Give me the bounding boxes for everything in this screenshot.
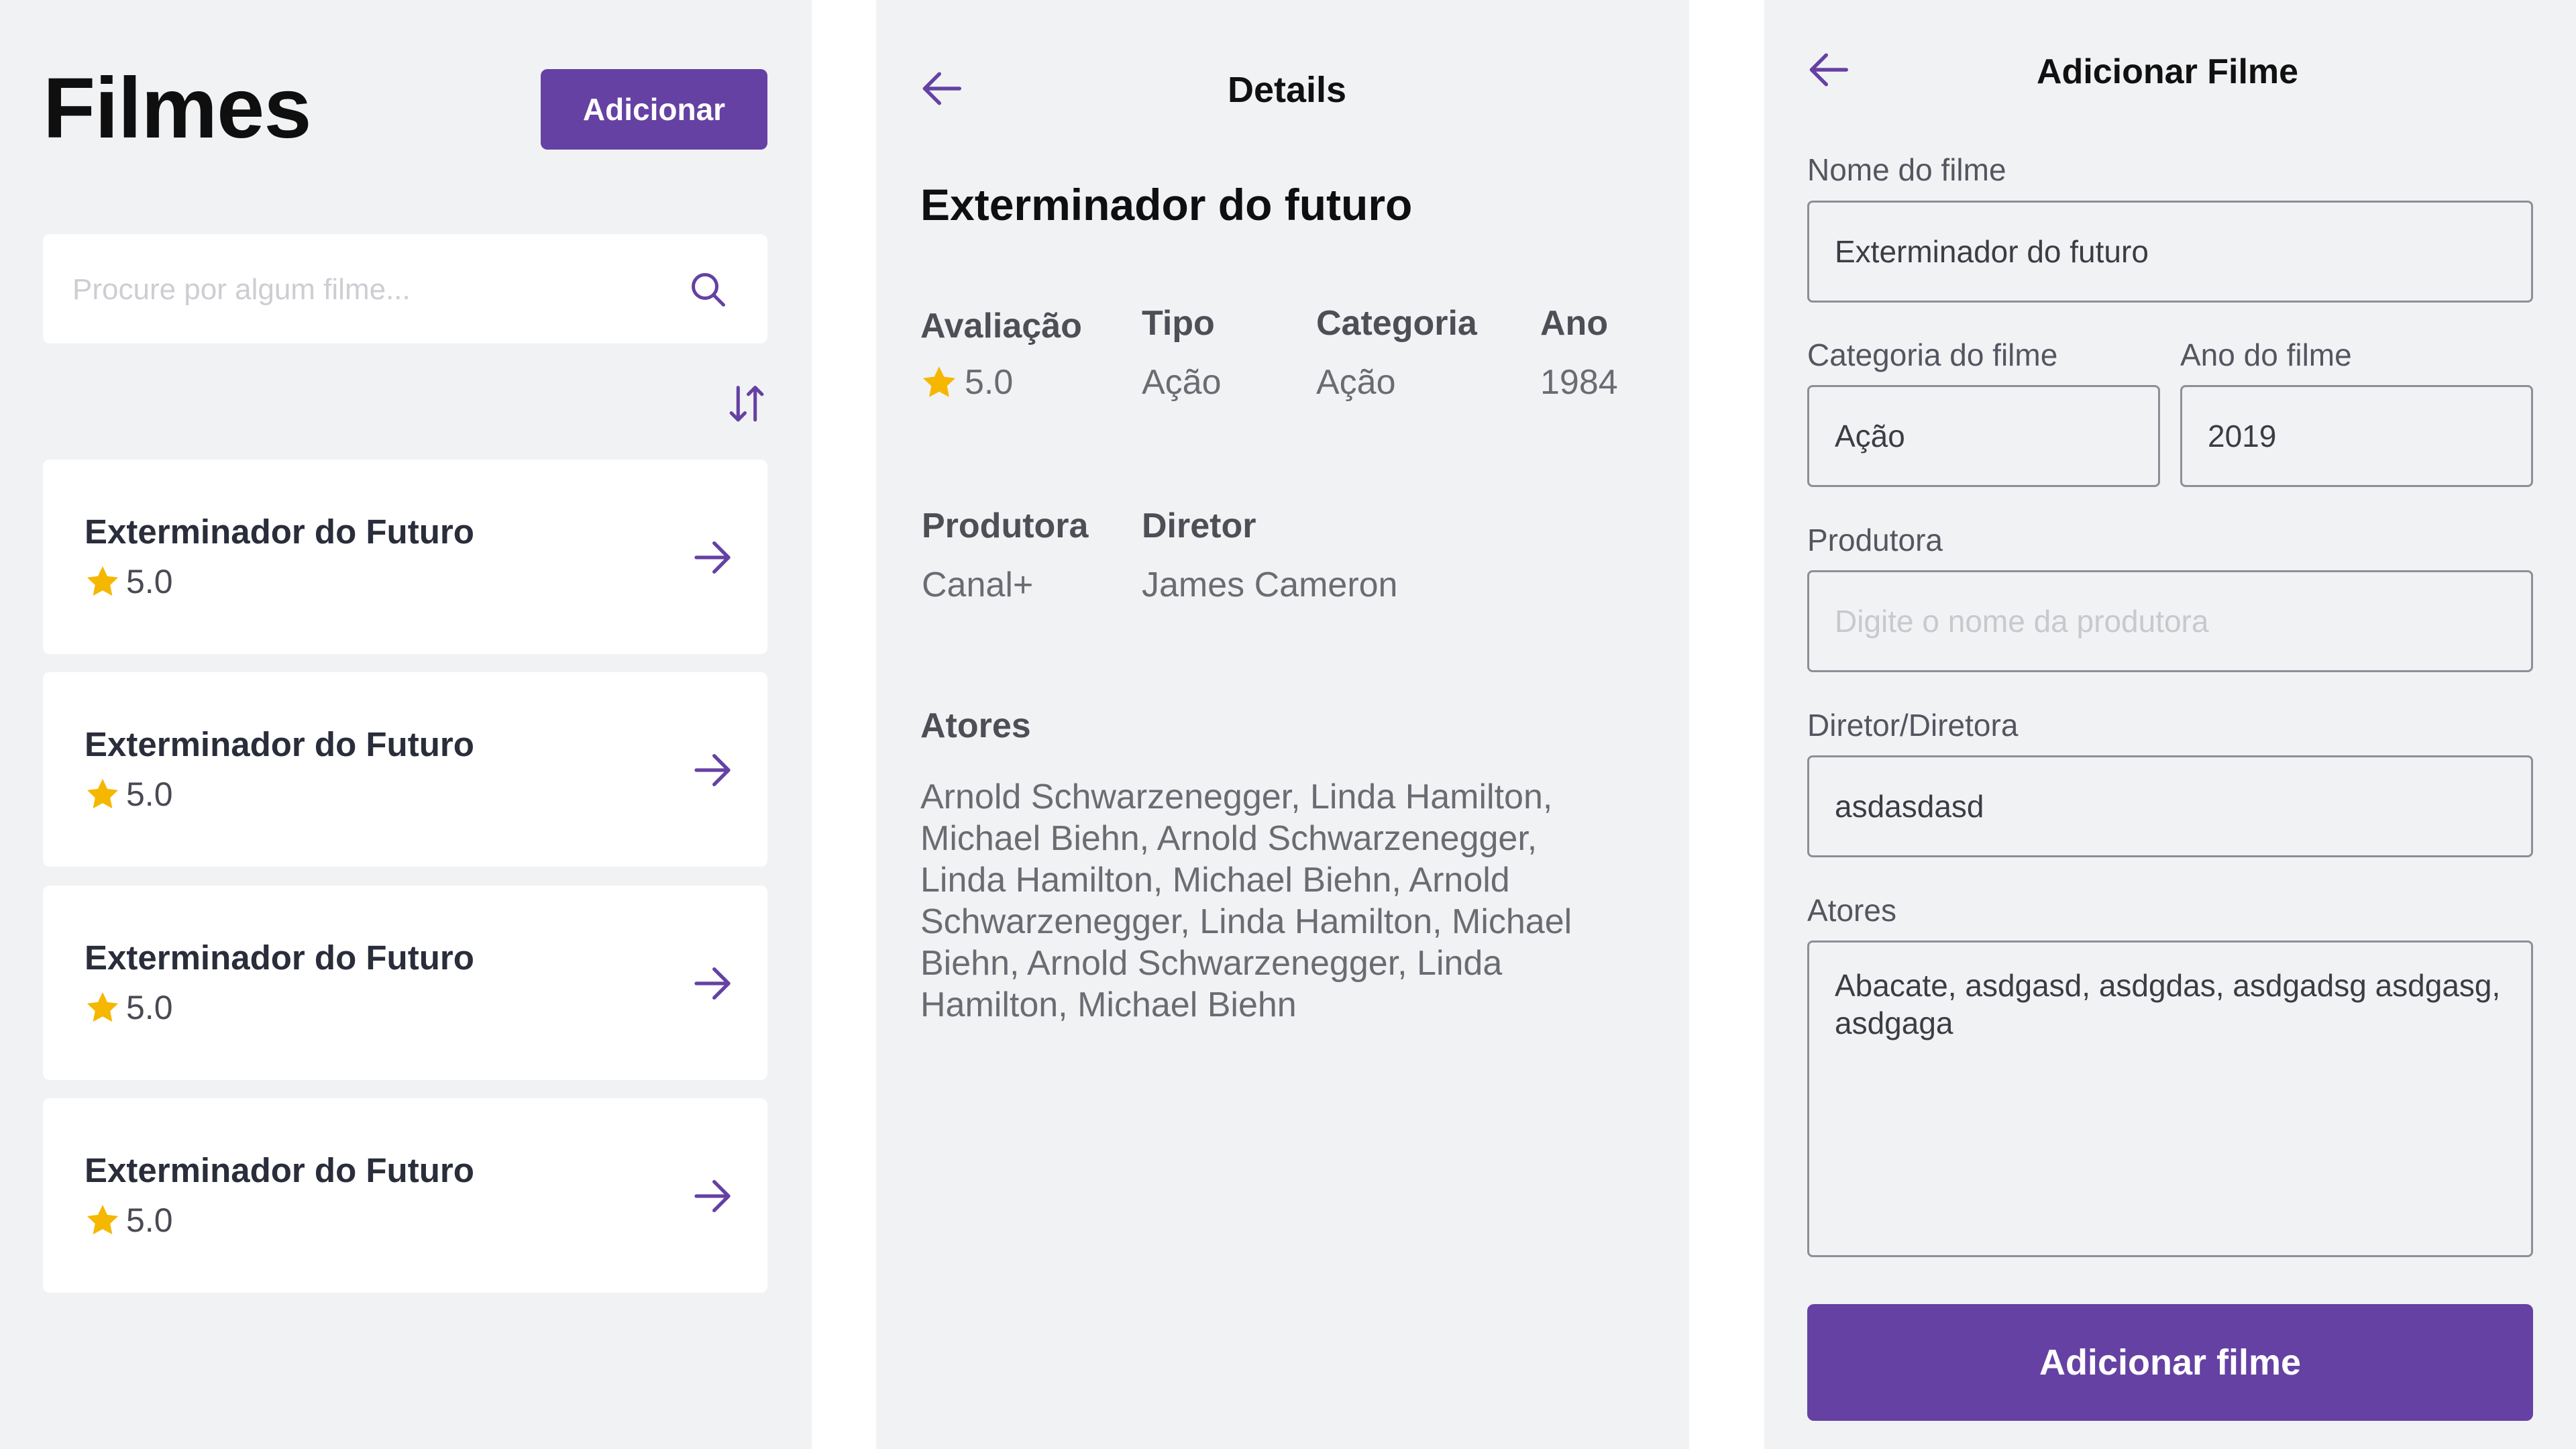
- category-field-label: Categoria do filme: [1807, 337, 2058, 372]
- producer-label: Produtora: [922, 506, 1089, 545]
- actors-label: Atores: [920, 706, 1031, 745]
- name-input[interactable]: [1809, 203, 2531, 301]
- year-input[interactable]: [2182, 387, 2531, 485]
- movie-card[interactable]: Exterminador do Futuro 5.0: [43, 672, 767, 867]
- director-input[interactable]: [1809, 757, 2531, 855]
- category-field: [1807, 385, 2160, 487]
- rating-value: 5.0: [965, 363, 1014, 402]
- name-field: [1807, 201, 2533, 303]
- producer-value: Canal+: [922, 566, 1034, 604]
- type-label: Tipo: [1142, 304, 1215, 343]
- actors-textarea[interactable]: Abacate, asdgasd, asdgdas, asdgadsg asdg…: [1809, 943, 2531, 1255]
- add-movie-screen: Adicionar Filme Nome do filme Categoria …: [1764, 0, 2576, 1449]
- search-input[interactable]: [71, 234, 678, 345]
- name-field-label: Nome do filme: [1807, 152, 2006, 187]
- movie-card[interactable]: Exterminador do Futuro 5.0: [43, 1098, 767, 1293]
- rating-value: 5.0: [126, 989, 173, 1026]
- movie-rating: 5.0: [85, 987, 173, 1028]
- director-label: Diretor: [1142, 506, 1256, 545]
- arrow-right-icon[interactable]: [691, 962, 734, 1005]
- movie-name: Exterminador do Futuro: [85, 513, 474, 551]
- search-icon[interactable]: [688, 270, 729, 310]
- producer-field: [1807, 570, 2533, 672]
- category-input[interactable]: [1809, 387, 2158, 485]
- director-field-label: Diretor/Diretora: [1807, 708, 2019, 743]
- back-arrow-icon[interactable]: [919, 68, 963, 109]
- arrow-right-icon[interactable]: [691, 536, 734, 579]
- sort-icon[interactable]: [726, 382, 767, 427]
- director-field: [1807, 755, 2533, 857]
- movie-details-screen: Details Exterminador do futuro Avaliação…: [876, 0, 1689, 1449]
- rating-value: 5.0: [126, 1201, 173, 1239]
- rating-value: 5.0: [126, 775, 173, 813]
- year-label: Ano: [1540, 304, 1609, 343]
- year-field: [2180, 385, 2533, 487]
- producer-input[interactable]: [1809, 572, 2531, 670]
- star-icon: [87, 992, 119, 1022]
- rating-value: 5.0: [126, 563, 173, 600]
- movie-rating: 5.0: [85, 1200, 173, 1240]
- add-movie-button[interactable]: Adicionar: [541, 69, 767, 150]
- movie-title: Exterminador do futuro: [920, 180, 1413, 229]
- movie-card[interactable]: Exterminador do Futuro 5.0: [43, 885, 767, 1080]
- search-box: [43, 234, 767, 345]
- actors-value: Arnold Schwarzenegger, Linda Hamilton, M…: [920, 777, 1572, 1024]
- rating-value-group: 5.0: [920, 362, 1013, 402]
- year-field-label: Ano do filme: [2180, 337, 2352, 372]
- movie-rating: 5.0: [85, 561, 173, 602]
- rating-label: Avaliação: [920, 307, 1082, 345]
- add-movie-submit-button[interactable]: Adicionar filme: [1807, 1304, 2533, 1421]
- movie-card[interactable]: Exterminador do Futuro 5.0: [43, 460, 767, 654]
- arrow-right-icon[interactable]: [691, 749, 734, 792]
- star-icon: [87, 779, 119, 809]
- screen-header: Adicionar Filme: [2037, 52, 2299, 91]
- star-icon: [87, 566, 119, 596]
- movie-name: Exterminador do Futuro: [85, 725, 474, 763]
- star-icon: [87, 1205, 119, 1235]
- movie-rating: 5.0: [85, 774, 173, 814]
- category-value: Ação: [1316, 363, 1396, 402]
- director-value: James Cameron: [1142, 566, 1398, 604]
- back-arrow-icon[interactable]: [1806, 50, 1850, 90]
- movie-list-screen: Filmes Adicionar Exterminador do Futuro …: [0, 0, 812, 1449]
- actors-field-label: Atores: [1807, 893, 1896, 928]
- screen-header: Details: [1228, 70, 1347, 110]
- arrow-right-icon[interactable]: [691, 1175, 734, 1218]
- actors-field: Abacate, asdgasd, asdgdas, asdgadsg asdg…: [1807, 941, 2533, 1257]
- movie-name: Exterminador do Futuro: [85, 1151, 474, 1189]
- star-icon: [922, 366, 956, 397]
- movie-name: Exterminador do Futuro: [85, 938, 474, 977]
- category-label: Categoria: [1316, 304, 1477, 343]
- type-value: Ação: [1142, 363, 1222, 402]
- year-value: 1984: [1540, 363, 1618, 402]
- producer-field-label: Produtora: [1807, 523, 1943, 557]
- page-title: Filmes: [43, 60, 311, 156]
